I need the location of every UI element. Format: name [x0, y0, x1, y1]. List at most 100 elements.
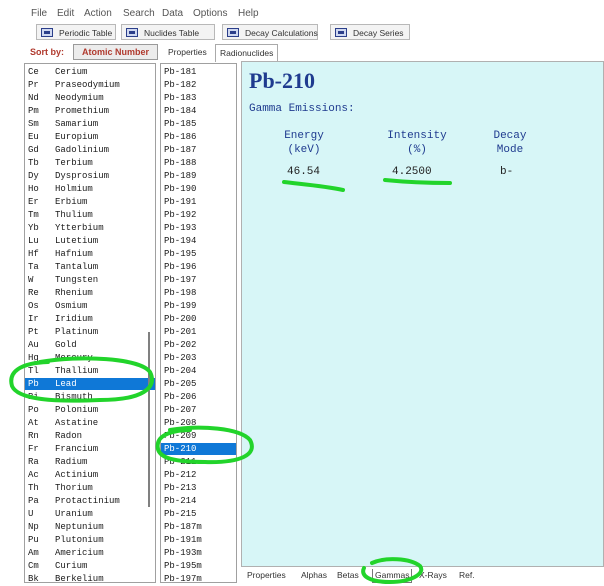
- nuclide-list[interactable]: Pb-181 Pb-182 Pb-183 Pb-184 Pb-185 Pb-186 Pb-1…: [160, 63, 237, 583]
- element-row[interactable]: Eu Europium: [25, 131, 155, 143]
- tab-properties-bottom[interactable]: Properties: [247, 569, 286, 582]
- nuclide-row[interactable]: Pb-193m: [161, 547, 236, 559]
- element-row[interactable]: Hf Hafnium: [25, 248, 155, 260]
- element-row[interactable]: Bk Berkelium: [25, 573, 155, 582]
- decay-calculations-button[interactable]: Decay Calculations: [222, 24, 318, 40]
- nuclide-row[interactable]: Pb-191: [161, 196, 236, 208]
- nuclide-row[interactable]: Pb-208: [161, 417, 236, 429]
- element-row[interactable]: Np Neptunium: [25, 521, 155, 533]
- element-row[interactable]: Nd Neodymium: [25, 92, 155, 104]
- nuclide-row[interactable]: Pb-196: [161, 261, 236, 273]
- nuclide-row[interactable]: Pb-204: [161, 365, 236, 377]
- nuclide-row[interactable]: Pb-185: [161, 118, 236, 130]
- element-row[interactable]: Pr Praseodymium: [25, 79, 155, 91]
- nuclide-row[interactable]: Pb-209: [161, 430, 236, 442]
- element-row[interactable]: Os Osmium: [25, 300, 155, 312]
- element-row[interactable]: Lu Lutetium: [25, 235, 155, 247]
- nuclide-row[interactable]: Pb-197m: [161, 573, 236, 582]
- menu-search[interactable]: Search: [123, 8, 155, 19]
- nuclide-row[interactable]: Pb-206: [161, 391, 236, 403]
- element-row[interactable]: Au Gold: [25, 339, 155, 351]
- nuclides-table-button[interactable]: Nuclides Table: [121, 24, 215, 40]
- element-row[interactable]: Pm Promethium: [25, 105, 155, 117]
- nuclide-row[interactable]: Pb-187: [161, 144, 236, 156]
- nuclide-row[interactable]: Pb-211: [161, 456, 236, 468]
- nuclide-row[interactable]: Pb-205: [161, 378, 236, 390]
- menu-data[interactable]: Data: [162, 8, 183, 19]
- tab-gammas[interactable]: Gammas: [372, 569, 413, 583]
- periodic-table-button[interactable]: Periodic Table: [36, 24, 116, 40]
- nuclide-row[interactable]: Pb-183: [161, 92, 236, 104]
- element-row[interactable]: Ho Holmium: [25, 183, 155, 195]
- tab-x-rays[interactable]: X-Rays: [419, 569, 447, 582]
- nuclide-row[interactable]: Pb-189: [161, 170, 236, 182]
- tab-radionuclides[interactable]: Radionuclides: [215, 44, 279, 62]
- nuclide-row[interactable]: Pb-213: [161, 482, 236, 494]
- element-row[interactable]: Am Americium: [25, 547, 155, 559]
- element-row[interactable]: Tm Thulium: [25, 209, 155, 221]
- element-row[interactable]: Pt Platinum: [25, 326, 155, 338]
- element-row[interactable]: Tb Terbium: [25, 157, 155, 169]
- nuclide-row[interactable]: Pb-210: [161, 443, 236, 455]
- element-row[interactable]: Pu Plutonium: [25, 534, 155, 546]
- nuclide-row[interactable]: Pb-194: [161, 235, 236, 247]
- nuclide-row[interactable]: Pb-200: [161, 313, 236, 325]
- tab-ref[interactable]: Ref.: [459, 569, 475, 582]
- nuclide-row[interactable]: Pb-198: [161, 287, 236, 299]
- nuclide-row[interactable]: Pb-195m: [161, 560, 236, 572]
- element-row[interactable]: Yb Ytterbium: [25, 222, 155, 234]
- element-row[interactable]: Th Thorium: [25, 482, 155, 494]
- nuclide-row[interactable]: Pb-201: [161, 326, 236, 338]
- element-row[interactable]: Cm Curium: [25, 560, 155, 572]
- sort-atomic-number-button[interactable]: Atomic Number: [73, 44, 158, 60]
- element-list[interactable]: Ce Cerium Pr Praseodymium Nd Neodymium Pm Prome…: [24, 63, 156, 583]
- nuclide-row[interactable]: Pb-202: [161, 339, 236, 351]
- element-row[interactable]: Dy Dysprosium: [25, 170, 155, 182]
- nuclide-row[interactable]: Pb-203: [161, 352, 236, 364]
- menu-options[interactable]: Options: [193, 8, 227, 19]
- element-row[interactable]: Rn Radon: [25, 430, 155, 442]
- nuclide-row[interactable]: Pb-214: [161, 495, 236, 507]
- element-row[interactable]: Tl Thallium: [25, 365, 155, 377]
- nuclide-row[interactable]: Pb-193: [161, 222, 236, 234]
- nuclide-row[interactable]: Pb-199: [161, 300, 236, 312]
- menu-file[interactable]: File: [31, 8, 47, 19]
- nuclide-row[interactable]: Pb-197: [161, 274, 236, 286]
- nuclide-row[interactable]: Pb-190: [161, 183, 236, 195]
- tab-properties[interactable]: Properties: [164, 44, 211, 60]
- menu-action[interactable]: Action: [84, 8, 112, 19]
- nuclide-row[interactable]: Pb-195: [161, 248, 236, 260]
- element-row[interactable]: Pa Protactinium: [25, 495, 155, 507]
- menu-edit[interactable]: Edit: [57, 8, 74, 19]
- element-row[interactable]: Er Erbium: [25, 196, 155, 208]
- element-row[interactable]: Hg Mercury: [25, 352, 155, 364]
- nuclide-row[interactable]: Pb-182: [161, 79, 236, 91]
- element-row[interactable]: Sm Samarium: [25, 118, 155, 130]
- element-row[interactable]: Ac Actinium: [25, 469, 155, 481]
- element-row[interactable]: Gd Gadolinium: [25, 144, 155, 156]
- tab-alphas[interactable]: Alphas: [301, 569, 327, 582]
- element-row[interactable]: Pb Lead: [25, 378, 155, 390]
- nuclide-row[interactable]: Pb-187m: [161, 521, 236, 533]
- element-row[interactable]: Ce Cerium: [25, 66, 155, 78]
- nuclide-row[interactable]: Pb-207: [161, 404, 236, 416]
- element-list-scrollbar[interactable]: [148, 332, 150, 507]
- nuclide-row[interactable]: Pb-181: [161, 66, 236, 78]
- nuclide-row[interactable]: Pb-215: [161, 508, 236, 520]
- element-row[interactable]: Fr Francium: [25, 443, 155, 455]
- element-row[interactable]: Ta Tantalum: [25, 261, 155, 273]
- element-row[interactable]: Re Rhenium: [25, 287, 155, 299]
- element-row[interactable]: U Uranium: [25, 508, 155, 520]
- element-row[interactable]: Bi Bismuth: [25, 391, 155, 403]
- element-row[interactable]: W Tungsten: [25, 274, 155, 286]
- tab-betas[interactable]: Betas: [337, 569, 359, 582]
- element-row[interactable]: Po Polonium: [25, 404, 155, 416]
- element-row[interactable]: Ra Radium: [25, 456, 155, 468]
- nuclide-row[interactable]: Pb-184: [161, 105, 236, 117]
- menu-help[interactable]: Help: [238, 8, 259, 19]
- element-row[interactable]: At Astatine: [25, 417, 155, 429]
- nuclide-row[interactable]: Pb-192: [161, 209, 236, 221]
- element-row[interactable]: Ir Iridium: [25, 313, 155, 325]
- nuclide-row[interactable]: Pb-191m: [161, 534, 236, 546]
- decay-series-button[interactable]: Decay Series: [330, 24, 410, 40]
